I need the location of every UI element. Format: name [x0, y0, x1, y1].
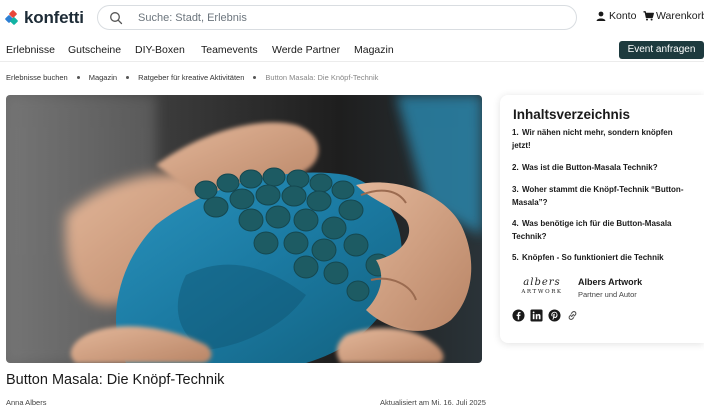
cart-label: Warenkorb — [656, 10, 704, 22]
breadcrumb-current: Button Masala: Die Knöpf-Technik — [265, 73, 379, 82]
hero-image — [6, 95, 482, 363]
link-icon[interactable] — [566, 309, 579, 322]
site-header: konfetti Konto Warenkorb — [0, 0, 704, 36]
user-icon — [596, 11, 606, 21]
nav-item-diy-boxen[interactable]: DIY-Boxen — [135, 44, 185, 56]
toc-item[interactable]: 5. Knöpfen - So funktioniert die Technik — [512, 251, 692, 264]
toc-item[interactable]: 2. Was ist die Button-Masala Technik? — [512, 161, 692, 174]
nav-item-teamevents[interactable]: Teamevents — [201, 44, 258, 56]
article-author[interactable]: Anna Albers — [6, 398, 46, 407]
toc-item-number: 5. — [512, 253, 519, 262]
toc-title: Inhaltsverzeichnis — [513, 107, 631, 122]
cart-link[interactable]: Warenkorb — [643, 10, 704, 22]
event-anfragen-button[interactable]: Event anfragen — [619, 41, 704, 59]
albers-artwork-logo[interactable]: albers ARTWORK — [520, 277, 564, 295]
toc-item-number: 3. — [512, 185, 519, 194]
breadcrumb-item[interactable]: Magazin — [89, 73, 117, 82]
hero-illustration — [6, 95, 482, 363]
toc-item-number: 2. — [512, 163, 519, 172]
toc-item-number: 4. — [512, 219, 519, 228]
toc-item-label: Woher stammt die Knöpf-Technik “Button-M… — [512, 185, 684, 207]
account-label: Konto — [609, 10, 637, 22]
linkedin-icon[interactable] — [530, 309, 543, 322]
toc-item[interactable]: 1. Wir nähen nicht mehr, sondern knöpfen … — [512, 126, 692, 152]
author-logo-big: albers — [523, 277, 561, 288]
article-title: Button Masala: Die Knöpf-Technik — [6, 372, 225, 388]
toc-item[interactable]: 3. Woher stammt die Knöpf-Technik “Button… — [512, 183, 692, 209]
cart-icon — [643, 11, 654, 21]
breadcrumb-item[interactable]: Erlebnisse buchen — [6, 73, 68, 82]
main-nav: Erlebnisse Gutscheine DIY-Boxen Teameven… — [0, 38, 704, 62]
account-link[interactable]: Konto — [596, 10, 636, 22]
article-updated-date: Aktualisiert am Mi. 16. Juli 2025 — [380, 398, 486, 407]
toc-item-number: 1. — [512, 128, 519, 137]
search-bar[interactable] — [97, 5, 577, 30]
social-links — [512, 309, 584, 322]
search-input[interactable] — [138, 10, 558, 26]
pinterest-icon[interactable] — [548, 309, 561, 322]
search-icon — [110, 12, 123, 25]
toc-item[interactable]: 4. Was benötige ich für die Button-Masala… — [512, 217, 692, 243]
toc-item-label: Wir nähen nicht mehr, sondern knöpfen je… — [512, 128, 673, 150]
toc-item-label: Was benötige ich für die Button-Masala T… — [512, 219, 672, 241]
logo-mark-icon — [4, 9, 20, 26]
author-logo-small: ARTWORK — [521, 289, 563, 295]
toc-item-label: Was ist die Button-Masala Technik? — [522, 163, 658, 172]
table-of-contents: Inhaltsverzeichnis 1. Wir nähen nicht meh… — [500, 95, 704, 343]
author-name[interactable]: Albers Artwork — [578, 277, 642, 287]
logo-text: konfetti — [24, 8, 84, 27]
breadcrumb: Erlebnisse buchen Magazin Ratgeber für kre… — [6, 73, 378, 82]
author-role: Partner und Autor — [578, 290, 637, 299]
konfetti-logo[interactable]: konfetti — [4, 8, 84, 28]
nav-item-magazin[interactable]: Magazin — [354, 44, 394, 56]
nav-item-erlebnisse[interactable]: Erlebnisse — [6, 44, 55, 56]
toc-item-label: Knöpfen - So funktioniert die Technik — [522, 253, 664, 262]
nav-item-werde-partner[interactable]: Werde Partner — [272, 44, 340, 56]
facebook-icon[interactable] — [512, 309, 525, 322]
breadcrumb-item[interactable]: Ratgeber für kreative Aktivitäten — [138, 73, 244, 82]
nav-item-gutscheine[interactable]: Gutscheine — [68, 44, 121, 56]
